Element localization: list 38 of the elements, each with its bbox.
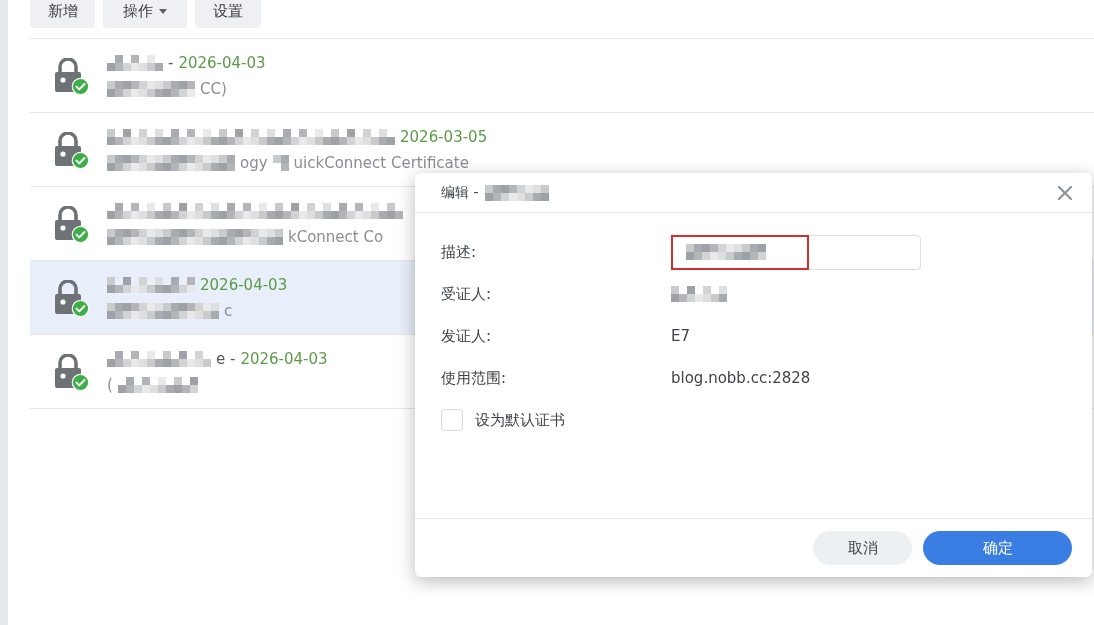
- expiry-date: 2026-04-03: [178, 53, 266, 73]
- expiry-date: 2026-04-03: [200, 275, 288, 295]
- certificate-description: c: [224, 301, 233, 321]
- certificate-description: ogy: [240, 153, 268, 173]
- field-value: blog.nobb.cc:2828: [671, 367, 811, 389]
- field-label: 描述:: [441, 241, 478, 263]
- pixelated-redaction: [671, 286, 727, 302]
- expiry-date: 2026-03-05: [400, 127, 488, 147]
- checkbox-label: 设为默认证书: [475, 409, 565, 431]
- checkbox[interactable]: [441, 409, 463, 431]
- certificate-description: kConnect Co: [288, 227, 384, 247]
- expiry-date: 2026-04-03: [240, 349, 328, 369]
- padlock-check-icon: [55, 354, 89, 391]
- certificate-description: (: [107, 375, 113, 395]
- field-value: E7: [671, 325, 691, 347]
- confirm-button[interactable]: 确定: [923, 531, 1072, 565]
- close-icon: [1058, 185, 1072, 200]
- toolbar-button[interactable]: 设置: [195, 0, 261, 28]
- certificate-description: CC): [200, 79, 227, 99]
- field-label: 使用范围:: [441, 367, 508, 389]
- padlock-check-icon: [55, 206, 89, 243]
- toolbar-button[interactable]: 新增: [30, 0, 95, 28]
- field-label: 发证人:: [441, 325, 493, 347]
- pixelated-redaction: [484, 184, 549, 201]
- padlock-check-icon: [55, 58, 89, 95]
- certificate-description: uickConnect Certificate: [293, 153, 469, 173]
- certificate-name: -: [168, 53, 174, 73]
- padlock-check-icon: [55, 132, 89, 169]
- pixelated-redaction: [272, 155, 289, 171]
- pixelated-redaction: [107, 55, 163, 71]
- caret-icon: [159, 8, 167, 14]
- padlock-check-icon: [55, 280, 89, 317]
- description-input[interactable]: [671, 234, 921, 270]
- close-button[interactable]: [1056, 183, 1074, 202]
- field-label: 受证人:: [441, 283, 493, 305]
- dropdown-button[interactable]: 操作: [103, 0, 187, 28]
- cancel-button[interactable]: 取消: [813, 531, 912, 565]
- certificate-name: e -: [216, 349, 236, 369]
